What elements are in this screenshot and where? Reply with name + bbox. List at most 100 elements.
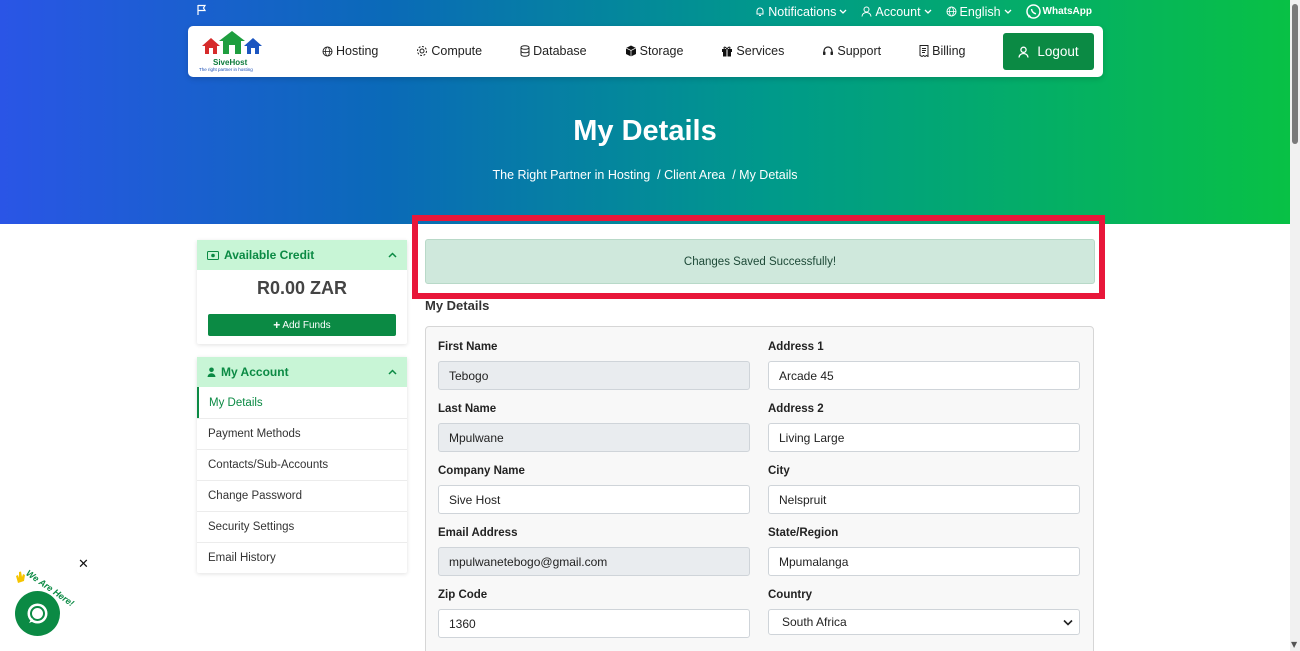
nav-item-services[interactable]: Services (721, 44, 784, 58)
whatsapp-link[interactable]: WhatsApp (1025, 4, 1092, 19)
state-label: State/Region (768, 527, 839, 539)
account-panel-title: My Account (221, 365, 289, 379)
sidebar-item-payment-methods[interactable]: Payment Methods (197, 418, 407, 449)
nav-label-compute: Compute (431, 44, 483, 58)
scrollbar-thumb[interactable] (1292, 4, 1298, 144)
account-menu[interactable]: Account (861, 4, 932, 19)
nav-label-support: Support (837, 44, 882, 58)
credit-panel-header[interactable]: Available Credit (197, 240, 407, 270)
company-name-field[interactable]: Sive Host (438, 485, 750, 514)
box-icon (625, 45, 636, 57)
credit-panel: Available Credit R0.00 ZAR + Add Funds (197, 240, 407, 344)
breadcrumb-home[interactable]: The Right Partner in Hosting (492, 168, 650, 182)
logout-label: Logout (1037, 44, 1079, 59)
chevron-down-icon (924, 9, 932, 14)
sidebar-item-change-password[interactable]: Change Password (197, 480, 407, 511)
breadcrumb-separator: / (728, 168, 740, 182)
address2-field[interactable]: Living Large (768, 423, 1080, 452)
logout-button[interactable]: Logout (1003, 33, 1094, 70)
nav-item-compute[interactable]: Compute (416, 44, 482, 58)
chevron-up-icon[interactable] (388, 252, 397, 258)
state-field[interactable]: Mpumalanga (768, 547, 1080, 576)
country-label: Country (768, 589, 813, 601)
headset-icon (823, 46, 834, 55)
zip-code-field[interactable]: 1360 (438, 609, 750, 638)
zip-code-label: Zip Code (438, 589, 488, 601)
flag-icon[interactable] (196, 4, 208, 16)
company-name-label: Company Name (438, 465, 525, 477)
chevron-down-icon (1004, 9, 1012, 14)
nav-item-database[interactable]: Database (520, 44, 587, 58)
nav-item-billing[interactable]: Billing (919, 44, 966, 58)
city-label: City (768, 465, 790, 477)
database-icon (520, 45, 530, 57)
nav-label-billing: Billing (932, 44, 966, 58)
success-alert: Changes Saved Successfully! (425, 239, 1095, 284)
page-title: My Details (573, 115, 717, 147)
nav-item-hosting[interactable]: Hosting (322, 44, 378, 58)
breadcrumb-client-area[interactable]: Client Area (664, 168, 725, 182)
address1-field[interactable]: Arcade 45 (768, 361, 1080, 390)
credit-panel-title: Available Credit (224, 248, 315, 262)
plus-icon: + (273, 318, 281, 332)
first-name-field: Tebogo (438, 361, 750, 390)
country-select[interactable]: South Africa (768, 609, 1080, 635)
last-name-label: Last Name (438, 403, 497, 415)
chat-widget: We Are Here! (12, 568, 84, 638)
account-panel-header[interactable]: My Account (197, 357, 407, 387)
nav-label-storage: Storage (639, 44, 684, 58)
user-icon (861, 6, 872, 17)
chat-bubble-icon (27, 603, 48, 624)
nav-label-services: Services (736, 44, 785, 58)
logo-tagline: The right partner in hosting (199, 67, 253, 72)
details-form: First Name Tebogo Last Name Mpulwane Com… (425, 326, 1094, 651)
main-navbar: SiveHost The right partner in hosting Ho… (188, 26, 1103, 77)
bell-icon (756, 7, 764, 16)
page-scrollbar[interactable]: ▼ (1290, 0, 1300, 651)
breadcrumb-current: My Details (739, 168, 798, 182)
sivehost-logo[interactable]: SiveHost The right partner in hosting (198, 30, 270, 72)
country-selected-value: South Africa (782, 615, 847, 629)
last-name-field: Mpulwane (438, 423, 750, 452)
email-field: mpulwanetebogo@gmail.com (438, 547, 750, 576)
address2-label: Address 2 (768, 403, 824, 415)
notifications-label: Notifications (768, 4, 837, 19)
breadcrumb-separator: / (653, 168, 665, 182)
globe-icon (946, 6, 957, 17)
first-name-label: First Name (438, 341, 498, 353)
add-funds-button[interactable]: + Add Funds (208, 314, 396, 336)
form-section-title: My Details (425, 298, 490, 313)
notifications-menu[interactable]: Notifications (755, 5, 847, 19)
email-label: Email Address (438, 527, 518, 539)
gear-icon (417, 46, 428, 56)
nav-item-storage[interactable]: Storage (625, 44, 684, 58)
breadcrumb: The Right Partner in Hosting / Client Ar… (0, 168, 1290, 182)
receipt-icon (919, 45, 929, 57)
gift-icon (722, 46, 733, 57)
nav-menu: Hosting Compute Database Storage Service… (322, 44, 966, 58)
user-icon (207, 367, 216, 377)
chevron-down-icon (1063, 619, 1073, 626)
language-label: English (959, 4, 1001, 19)
sidebar-item-my-details[interactable]: My Details (197, 387, 407, 418)
chevron-up-icon[interactable] (388, 369, 397, 375)
credit-amount: R0.00 ZAR (256, 278, 348, 298)
chat-button[interactable] (15, 591, 60, 636)
whatsapp-label: WhatsApp (1042, 6, 1092, 17)
logo-brand-text: SiveHost (213, 58, 248, 67)
add-funds-label: Add Funds (282, 319, 331, 331)
sidebar-item-email-history[interactable]: Email History (197, 542, 407, 573)
address1-label: Address 1 (768, 341, 824, 353)
sidebar-item-security-settings[interactable]: Security Settings (197, 511, 407, 542)
language-menu[interactable]: English (946, 5, 1012, 19)
nav-label-database: Database (533, 44, 587, 58)
sidebar-item-contacts[interactable]: Contacts/Sub-Accounts (197, 449, 407, 480)
city-field[interactable]: Nelspruit (768, 485, 1080, 514)
scroll-down-arrow-icon[interactable]: ▼ (1291, 640, 1297, 649)
account-panel: My Account My Details Payment Methods Co… (197, 357, 407, 573)
globe-icon (322, 46, 333, 56)
nav-label-hosting: Hosting (336, 44, 379, 58)
houses-logo-icon (202, 31, 262, 54)
nav-item-support[interactable]: Support (822, 44, 881, 58)
account-label: Account (875, 4, 921, 19)
